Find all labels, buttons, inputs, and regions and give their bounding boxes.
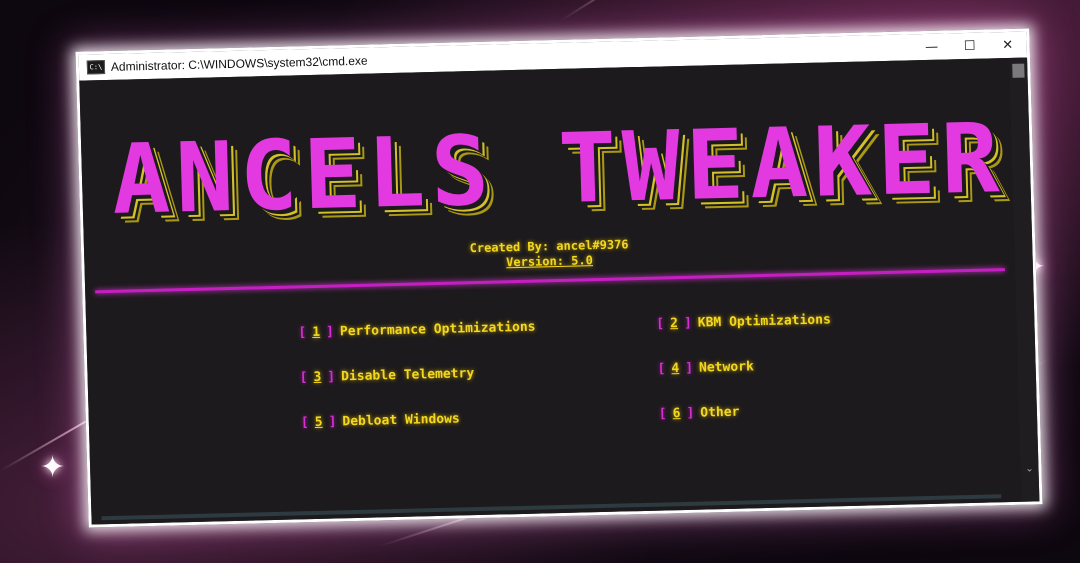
cmd-icon: C:\ [86,60,106,75]
menu-item-other[interactable]: [6] Other [659,405,740,422]
menu-number: 6 [672,406,681,422]
scroll-thumb[interactable] [1012,63,1025,78]
bracket-close: ] [327,369,336,385]
bracket-open: [ [300,415,309,431]
menu-label: Debloat Windows [342,411,460,430]
maximize-button[interactable]: ☐ [950,32,989,59]
console-area[interactable]: ANCELS TWEAKER Created By: ancel#9376 Ve… [79,57,1022,525]
bracket-open: [ [658,406,667,422]
menu-number: 1 [312,324,321,341]
menu-label: Other [700,404,740,421]
window-controls: — ☐ ✕ [912,32,1027,61]
minimize-button[interactable]: — [912,33,951,60]
bracket-open: [ [298,325,307,341]
bracket-close: ] [685,360,694,376]
close-button[interactable]: ✕ [988,32,1027,59]
app-logo: ANCELS TWEAKER [110,102,1007,236]
menu-number: 3 [313,369,322,386]
bracket-close: ] [686,405,695,421]
menu-label: Disable Telemetry [340,366,475,385]
menu-number: 4 [671,361,680,377]
menu-label: KBM Optimizations [697,312,832,331]
bracket-open: [ [657,361,666,377]
menu-item-network[interactable]: [4] Network [657,359,754,376]
menu-item-performance[interactable]: [1] Performance Optimizations [298,320,536,341]
cmd-window: C:\ Administrator: C:\WINDOWS\system32\c… [75,28,1043,528]
window-title: Administrator: C:\WINDOWS\system32\cmd.e… [110,53,368,74]
bracket-open: [ [299,370,308,386]
menu-number: 5 [314,414,323,431]
chevron-down-icon[interactable]: ⌄ [1023,463,1035,475]
menu-item-kbm[interactable]: [2] KBM Optimizations [656,312,831,331]
sparkle-icon: ✦ [40,450,66,485]
light-streak [559,0,782,22]
menu-label: Performance Optimizations [339,319,536,340]
menu-number: 2 [669,316,679,332]
bracket-close: ] [325,324,335,340]
main-menu: [1] Performance Optimizations [2] KBM Opti… [86,298,1020,481]
bracket-close: ] [683,315,693,331]
menu-item-telemetry[interactable]: [3] Disable Telemetry [299,366,474,385]
menu-label: Network [698,359,755,376]
bracket-close: ] [328,414,337,430]
bracket-open: [ [656,316,665,332]
menu-item-debloat[interactable]: [5] Debloat Windows [301,411,460,430]
